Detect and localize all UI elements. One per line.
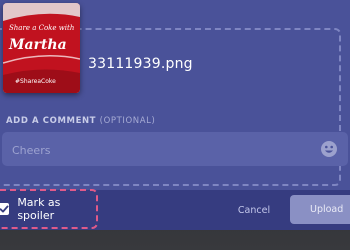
upload-button[interactable]: Upload	[290, 195, 350, 224]
comment-label-text: ADD A COMMENT	[6, 116, 97, 126]
thumbnail-hashtag: #ShareaCoke	[15, 78, 56, 85]
thumbnail-name: Martha	[8, 37, 67, 53]
file-name: 33111939.png	[88, 56, 193, 72]
checkmark-icon	[0, 205, 9, 213]
thumbnail-line1: Share a Coke with	[9, 24, 74, 32]
mark-as-spoiler-toggle[interactable]: Mark as spoiler	[0, 189, 98, 229]
comment-label-optional: (OPTIONAL)	[99, 116, 156, 126]
file-thumbnail: Share a Coke with Martha #ShareaCoke	[3, 3, 80, 93]
comment-label: ADD A COMMENT (OPTIONAL)	[6, 116, 155, 126]
comment-box	[2, 132, 348, 166]
comment-input[interactable]	[10, 140, 314, 160]
cancel-button[interactable]: Cancel	[232, 200, 276, 220]
spoiler-label: Mark as spoiler	[17, 196, 61, 222]
emoji-picker-icon[interactable]	[320, 140, 338, 158]
spoiler-checkbox[interactable]	[0, 203, 10, 215]
